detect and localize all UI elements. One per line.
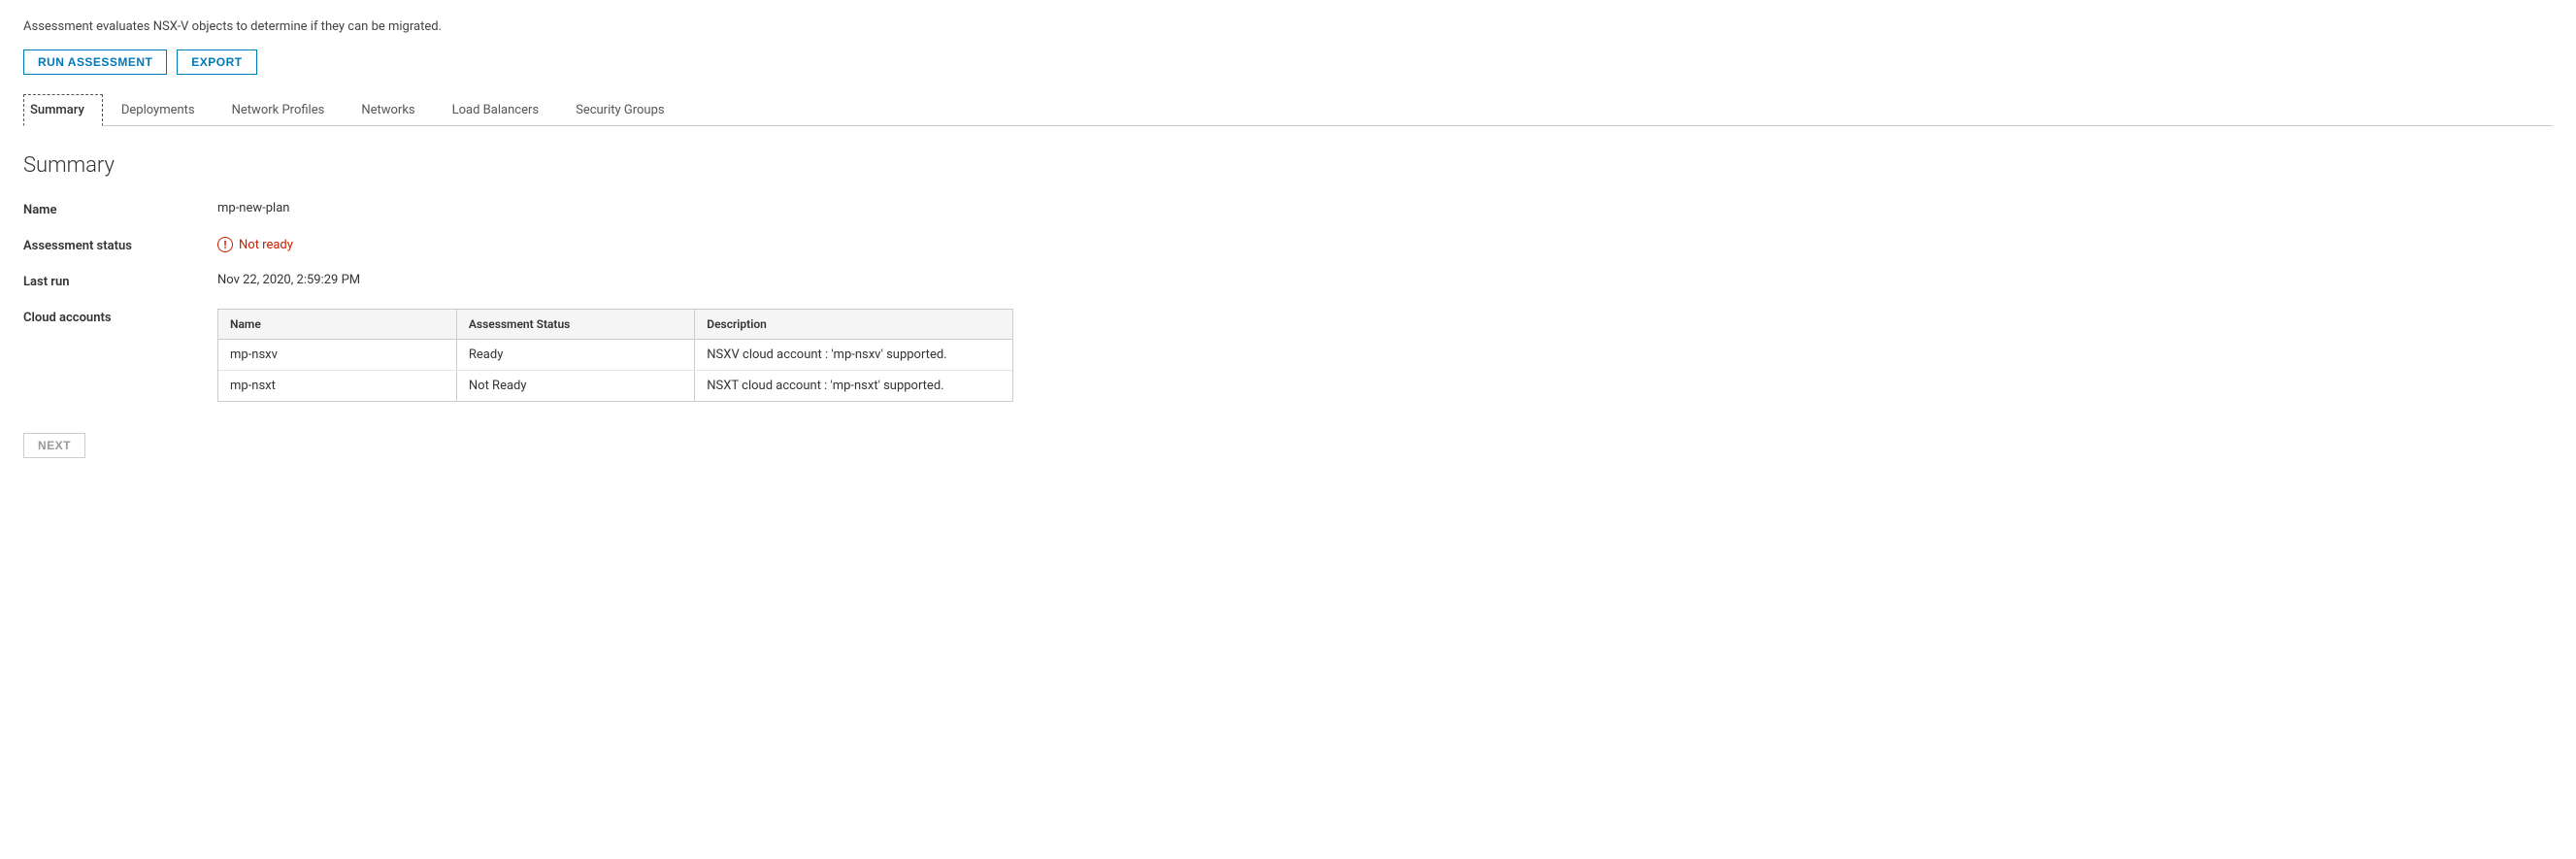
- last-run-value: Nov 22, 2020, 2:59:29 PM: [217, 273, 360, 287]
- assessment-status-label: Assessment status: [23, 237, 217, 253]
- table-cell-assessment-status: Not Ready: [456, 371, 694, 402]
- tab-load-balancers[interactable]: Load Balancers: [434, 94, 557, 126]
- name-field-row: Name mp-new-plan: [23, 201, 2553, 217]
- table-header-row: Name Assessment Status Description: [218, 310, 1012, 340]
- run-assessment-button[interactable]: RUN ASSESSMENT: [23, 50, 167, 75]
- table-row: mp-nsxvReadyNSXV cloud account : 'mp-nsx…: [218, 340, 1012, 371]
- cloud-accounts-table: Name Assessment Status Description mp-ns…: [217, 309, 1013, 402]
- description-text: Assessment evaluates NSX-V objects to de…: [23, 19, 2553, 34]
- assessment-status-value: ! Not ready: [217, 237, 293, 252]
- cloud-accounts-label: Cloud accounts: [23, 309, 217, 325]
- footer: NEXT: [23, 433, 2553, 458]
- toolbar: RUN ASSESSMENT EXPORT: [23, 50, 2553, 75]
- table-row: mp-nsxtNot ReadyNSXT cloud account : 'mp…: [218, 371, 1012, 402]
- tabs-container: Summary Deployments Network Profiles Net…: [23, 94, 2553, 126]
- assessment-status-field-row: Assessment status ! Not ready: [23, 237, 2553, 253]
- next-button[interactable]: NEXT: [23, 433, 85, 458]
- warning-icon: !: [217, 237, 233, 252]
- last-run-label: Last run: [23, 273, 217, 289]
- tab-security-groups[interactable]: Security Groups: [557, 94, 683, 126]
- table-cell-name: mp-nsxv: [218, 340, 456, 371]
- cloud-accounts-field-row: Cloud accounts Name Assessment Status De…: [23, 309, 2553, 402]
- export-button[interactable]: EXPORT: [177, 50, 256, 75]
- last-run-field-row: Last run Nov 22, 2020, 2:59:29 PM: [23, 273, 2553, 289]
- col-header-name: Name: [218, 310, 456, 340]
- col-header-description: Description: [695, 310, 1012, 340]
- table-cell-description: NSXT cloud account : 'mp-nsxt' supported…: [695, 371, 1012, 402]
- col-header-assessment-status: Assessment Status: [456, 310, 694, 340]
- tab-summary[interactable]: Summary: [23, 94, 103, 126]
- table-cell-name: mp-nsxt: [218, 371, 456, 402]
- name-label: Name: [23, 201, 217, 217]
- section-title: Summary: [23, 153, 2553, 178]
- tab-deployments[interactable]: Deployments: [103, 94, 214, 126]
- tab-networks[interactable]: Networks: [343, 94, 433, 126]
- name-value: mp-new-plan: [217, 201, 289, 215]
- table-cell-description: NSXV cloud account : 'mp-nsxv' supported…: [695, 340, 1012, 371]
- tab-network-profiles[interactable]: Network Profiles: [214, 94, 344, 126]
- table-cell-assessment-status: Ready: [456, 340, 694, 371]
- assessment-status-text: Not ready: [239, 238, 293, 252]
